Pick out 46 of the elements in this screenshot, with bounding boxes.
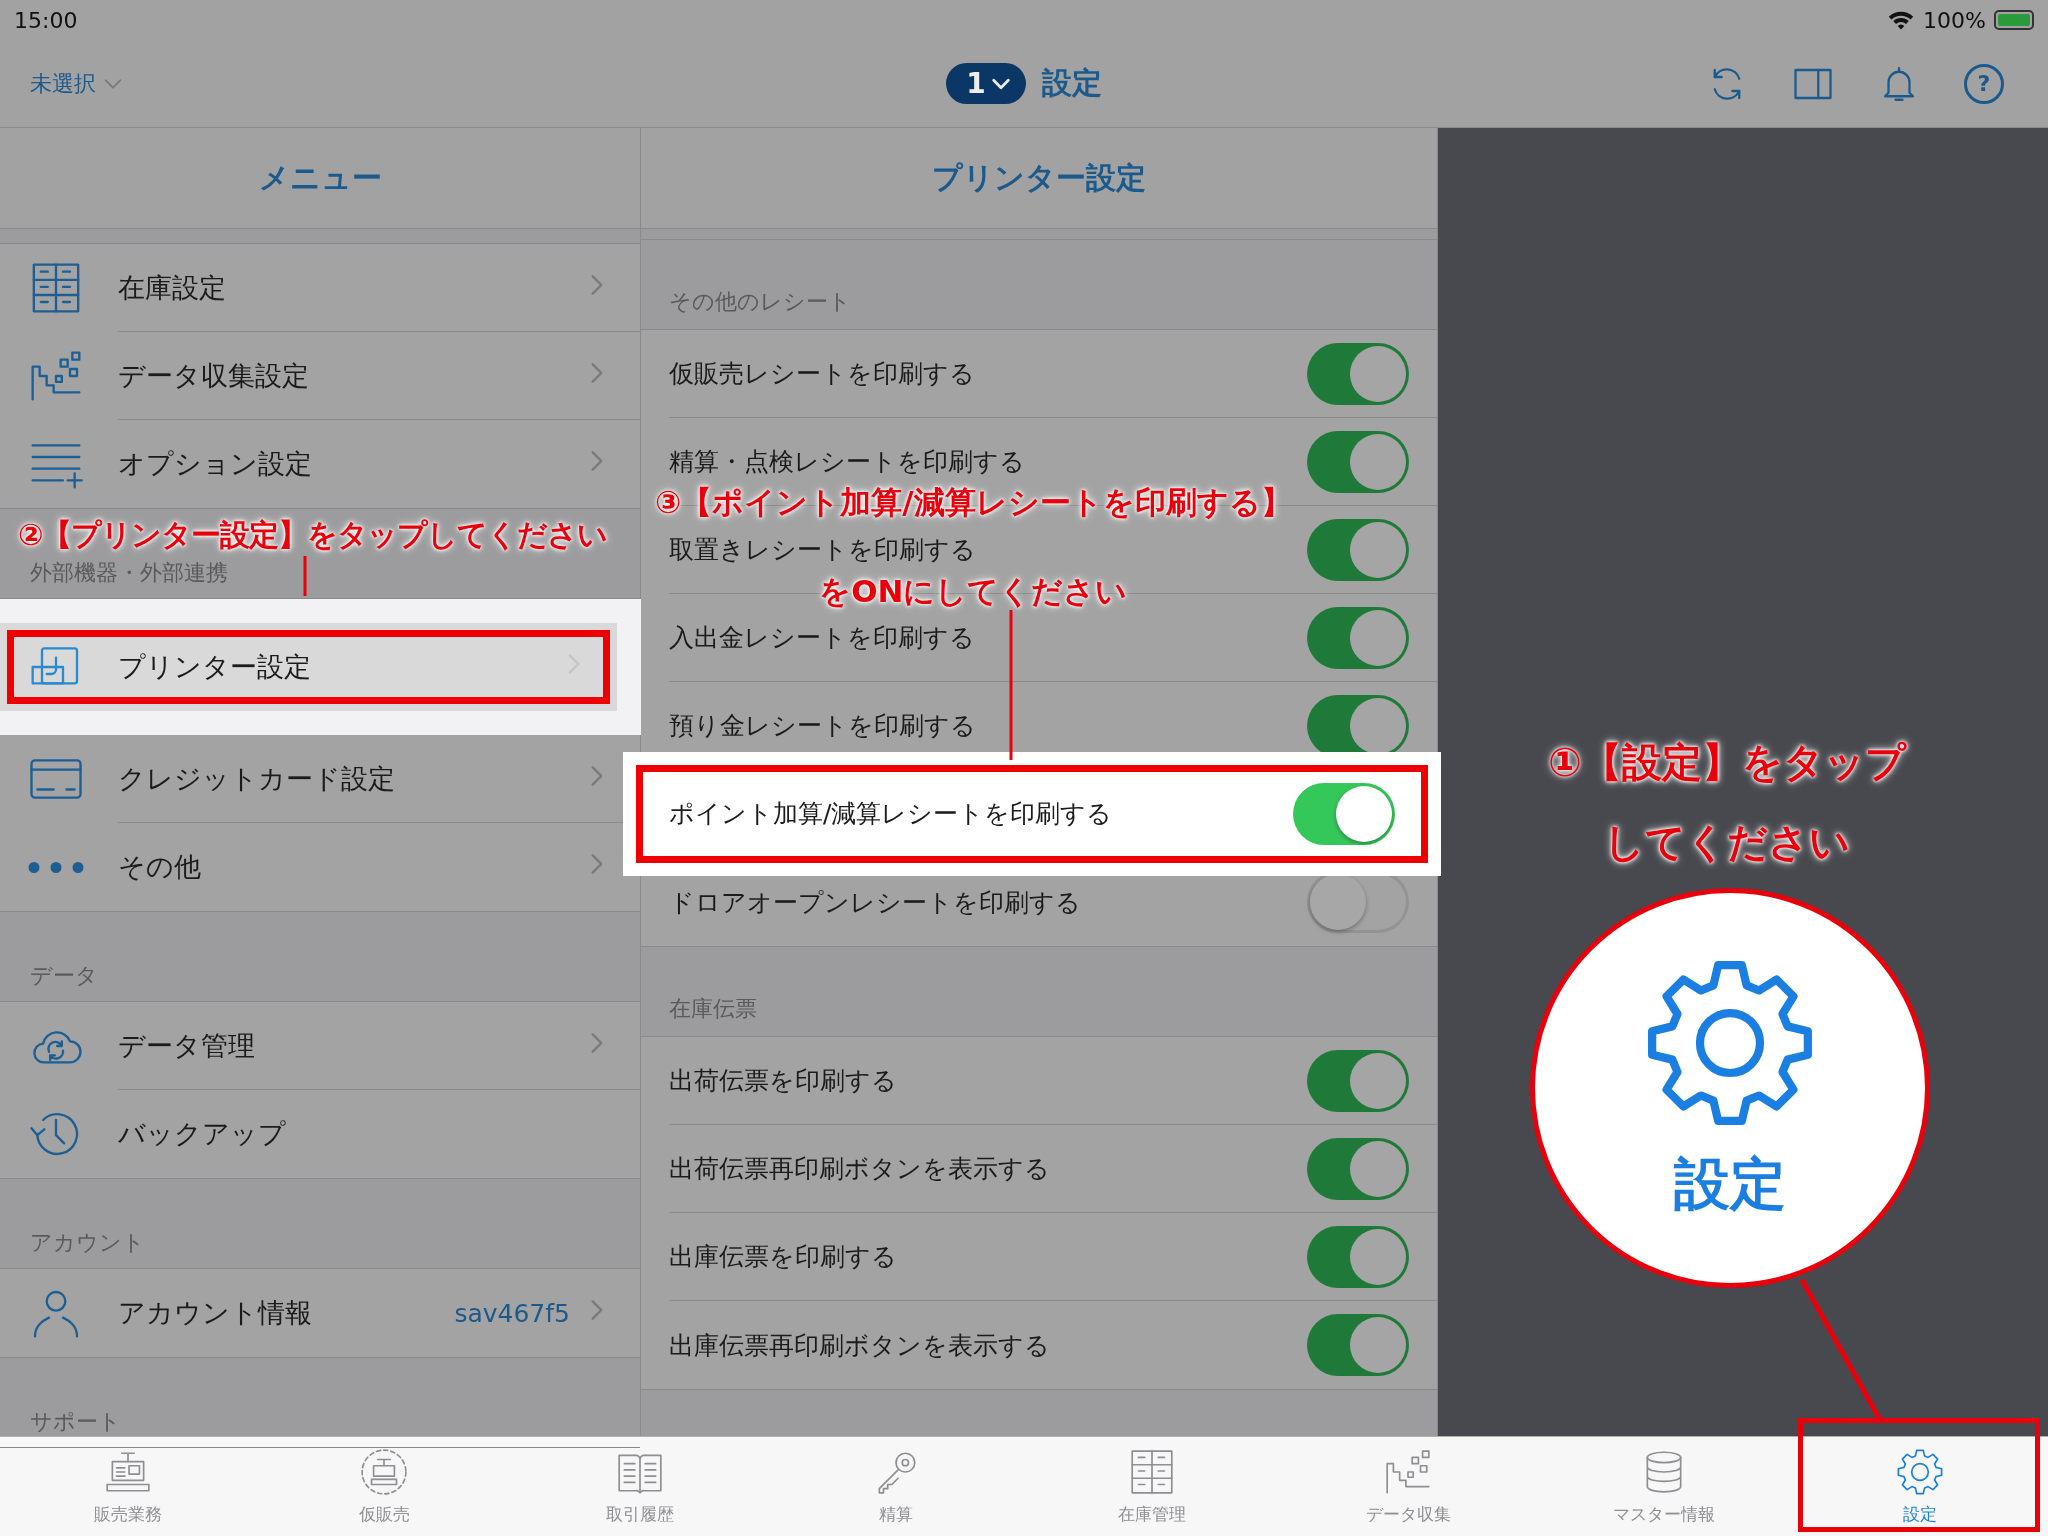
section-header: データ — [30, 962, 98, 990]
setting-label: ドロアオープンレシートを印刷する — [669, 886, 1081, 919]
setting-label: 入出金レシートを印刷する — [669, 622, 975, 654]
instruction-text: ①【設定】をタップ — [1548, 742, 1906, 782]
battery-percent: 100% — [1923, 7, 1986, 33]
menu-item[interactable]: バックアップ — [0, 1090, 640, 1179]
panel-title: メニュー — [0, 128, 640, 229]
instruction-text: してください — [1603, 822, 1850, 862]
setting-label: ポイント加算/減算レシートを印刷する — [669, 798, 1113, 830]
setting-label: 精算・点検レシートを印刷する — [669, 446, 1025, 478]
leader-line — [303, 556, 307, 596]
setting-label: 出荷伝票再印刷ボタンを表示する — [669, 1153, 1050, 1185]
setting-label: 仮販売レシートを印刷する — [669, 358, 975, 390]
section-header: 外部機器・外部連携 — [30, 559, 228, 587]
section-header: その他のレシート — [669, 288, 851, 316]
register-selector[interactable]: 1 — [946, 63, 1026, 104]
battery-icon — [1994, 10, 2034, 30]
section-header: サポート — [30, 1408, 121, 1436]
instruction-text: をONにしてください — [819, 576, 1128, 607]
clock-time: 15:00 — [14, 7, 78, 33]
magnified-label: 設定 — [1674, 1150, 1786, 1218]
toggle-switch[interactable] — [1293, 782, 1395, 845]
account-id: sav467f5 — [454, 1298, 570, 1328]
menu-item[interactable]: クレジットカード設定 — [0, 735, 640, 823]
tab-item[interactable]: 設定 — [1792, 1437, 2048, 1536]
menu-item[interactable]: オプション設定 — [0, 420, 640, 509]
section-header: 在庫伝票 — [669, 995, 757, 1023]
menu-item[interactable]: データ管理 — [0, 1002, 640, 1090]
setting-label: 預り金レシートを印刷する — [669, 710, 976, 742]
menu-item[interactable]: 在庫設定 — [0, 244, 640, 332]
steps-and-squares-icon — [1383, 1447, 1433, 1497]
setting-label: 出庫伝票再印刷ボタンを表示する — [669, 1329, 1050, 1362]
nav-title: 設定 — [1041, 64, 1102, 102]
setting-label: 出庫伝票を印刷する — [669, 1241, 897, 1273]
setting-label: 出荷伝票を印刷する — [669, 1065, 897, 1097]
menu-item[interactable]: データ収集設定 — [0, 332, 640, 420]
menu-item[interactable]: アカウント情報 sav467f5 — [0, 1269, 640, 1358]
more-icon — [28, 861, 84, 873]
wifi-icon — [1887, 10, 1916, 30]
setting-label: 取置きレシートを印刷する — [669, 534, 976, 566]
instruction-text: ②【プリンター設定】をタップしてください — [18, 520, 608, 550]
settings-icon — [1895, 1447, 1945, 1497]
section-header: アカウント — [30, 1229, 145, 1257]
panel-title: プリンター設定 — [641, 128, 1437, 229]
instruction-text: ③【ポイント加算/減算レシートを印刷する】 — [655, 487, 1292, 518]
menu-item[interactable]: その他 — [0, 823, 640, 912]
